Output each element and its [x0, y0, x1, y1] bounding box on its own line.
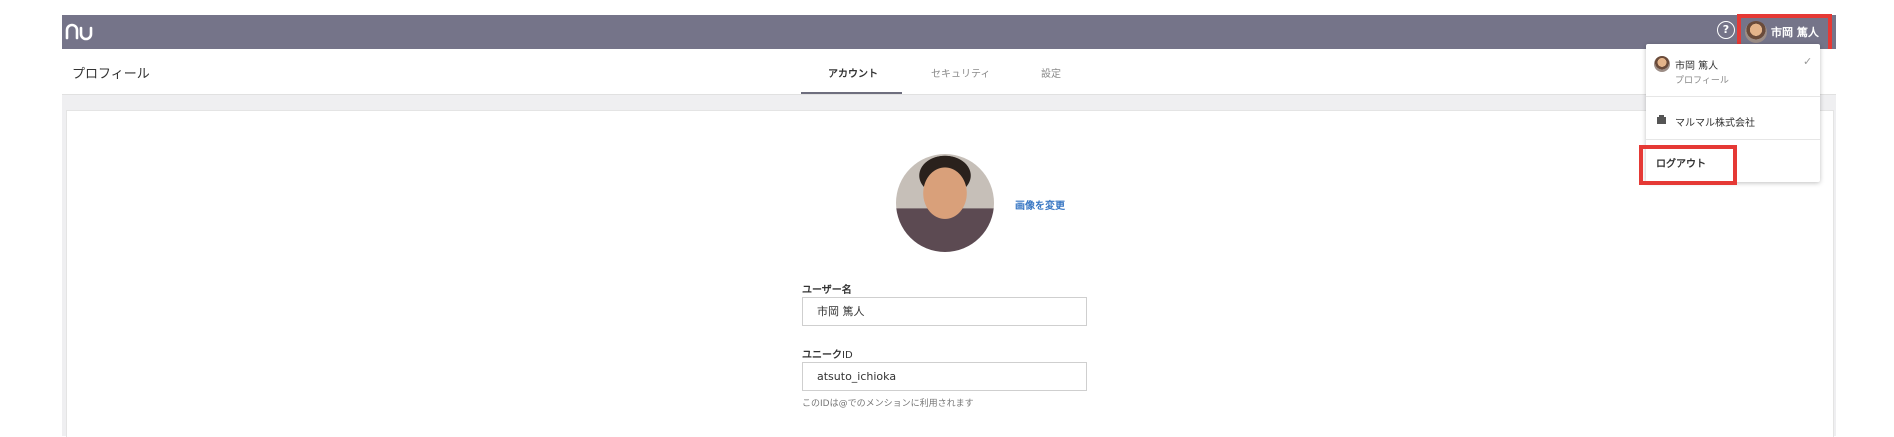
dropdown-profile-link[interactable]: プロフィール [1675, 73, 1729, 86]
check-icon: ✓ [1803, 55, 1813, 68]
divider [1646, 139, 1820, 140]
dropdown-avatar [1654, 56, 1670, 72]
dropdown-company[interactable]: マルマル株式会社 [1675, 114, 1755, 129]
tab-security[interactable]: セキュリティ [931, 65, 990, 80]
unique-id-label: ユニークID [802, 346, 853, 361]
divider [1646, 96, 1820, 97]
unique-id-label-thin: ID [842, 350, 853, 361]
unique-id-label-bold: ユニーク [802, 350, 842, 361]
page-title: プロフィール [72, 67, 150, 82]
nu-logo[interactable] [64, 18, 94, 44]
tab-account[interactable]: アカウント [828, 65, 878, 80]
username-field[interactable]: 市岡 篤人 [802, 297, 1087, 326]
tab-settings[interactable]: 設定 [1041, 65, 1061, 80]
active-tab-indicator [801, 92, 902, 94]
building-icon [1657, 115, 1666, 124]
profile-photo[interactable] [896, 154, 994, 252]
change-image-link[interactable]: 画像を変更 [1015, 197, 1065, 212]
unique-id-field[interactable]: atsuto_ichioka [802, 362, 1087, 391]
username-label: ユーザー名 [802, 285, 852, 296]
help-circle-icon[interactable]: ? [1717, 21, 1735, 39]
logout-highlight [1639, 145, 1737, 185]
top-navigation-bar: ? 市岡 篤人 [62, 15, 1836, 49]
dropdown-user-name[interactable]: 市岡 篤人 [1675, 57, 1718, 72]
page-header: プロフィール アカウント セキュリティ 設定 [62, 49, 1836, 95]
unique-id-helper-text: このIDは@でのメンションに利用されます [802, 399, 974, 409]
